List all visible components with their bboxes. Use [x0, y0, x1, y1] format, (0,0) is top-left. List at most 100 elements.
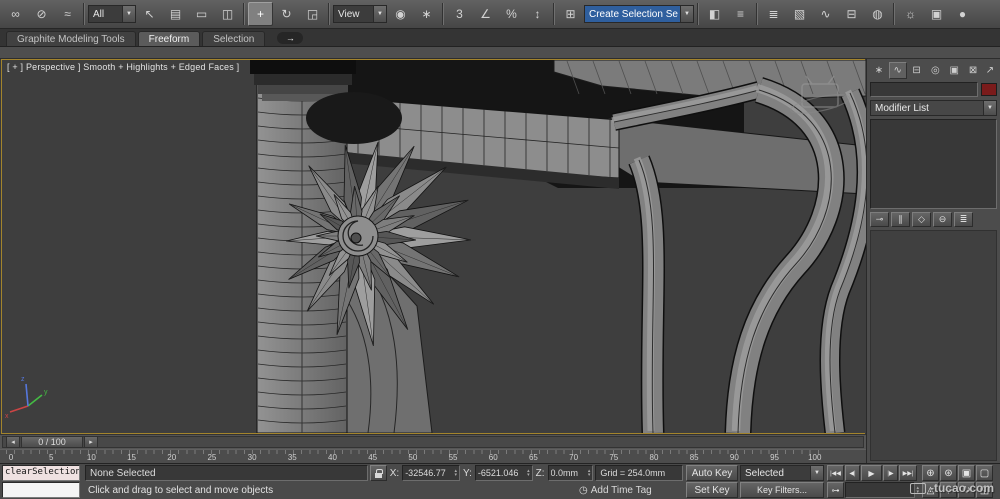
- chevron-down-icon[interactable]: ▼: [983, 101, 996, 115]
- tab-graphite-modeling-tools[interactable]: Graphite Modeling Tools: [6, 31, 136, 46]
- object-name-field[interactable]: [870, 82, 978, 97]
- ribbon-expand-button[interactable]: →: [277, 32, 303, 44]
- tick-label: 75: [605, 453, 623, 462]
- spinner-snap-icon[interactable]: ↕: [525, 2, 550, 26]
- chevron-down-icon[interactable]: ▼: [810, 466, 823, 480]
- named-selection-set-combo[interactable]: Create Selection Se ▼: [584, 5, 694, 23]
- zoom-region-icon[interactable]: ▢: [976, 465, 993, 481]
- show-end-result-icon[interactable]: ∥: [891, 212, 910, 227]
- zoom-extents-icon[interactable]: ▣: [958, 465, 975, 481]
- chevron-down-icon[interactable]: ▼: [122, 6, 135, 22]
- select-by-name-icon[interactable]: ▤: [163, 2, 188, 26]
- modify-tab-icon[interactable]: ∿: [889, 62, 907, 79]
- graphite-ribbon-toggle-icon[interactable]: ▧: [787, 2, 812, 26]
- edit-named-selection-sets-icon[interactable]: ⊞: [558, 2, 583, 26]
- auto-key-button[interactable]: Auto Key: [686, 465, 738, 481]
- angle-snap-icon[interactable]: ∠: [473, 2, 498, 26]
- make-unique-icon[interactable]: ◇: [912, 212, 931, 227]
- viewport-label[interactable]: [ + ] Perspective ] Smooth + Highlights …: [7, 62, 239, 72]
- align-icon[interactable]: ≡: [728, 2, 753, 26]
- zoom-icon[interactable]: ⊕: [922, 465, 939, 481]
- bind-to-space-warp-icon[interactable]: ≈: [55, 2, 80, 26]
- select-and-manipulate-icon[interactable]: ∗: [414, 2, 439, 26]
- time-slider-track[interactable]: [2, 436, 864, 448]
- chevron-down-icon[interactable]: ▼: [373, 6, 386, 22]
- x-coord-field[interactable]: -32546.77 ▴▾: [402, 465, 460, 481]
- model-leg-molding: [254, 74, 352, 85]
- set-key-button[interactable]: Set Key: [686, 482, 738, 498]
- select-object-icon[interactable]: ↖: [137, 2, 162, 26]
- next-frame-button[interactable]: |▶: [883, 465, 898, 481]
- play-button[interactable]: ▶: [861, 465, 882, 481]
- object-color-swatch[interactable]: [981, 83, 997, 96]
- z-coord-field[interactable]: 0.0mm ▴▾: [548, 465, 594, 481]
- key-filters-button[interactable]: Key Filters...: [740, 482, 824, 498]
- selection-filter-dropdown[interactable]: All ▼: [88, 5, 136, 23]
- macro-recorder-field[interactable]: clearSelection: [2, 465, 80, 481]
- render-production-icon[interactable]: ●: [950, 2, 975, 26]
- panel-expand-icon[interactable]: ↗: [983, 62, 997, 79]
- hierarchy-tab-icon[interactable]: ⊟: [908, 62, 926, 79]
- rendered-frame-window-icon[interactable]: ▣: [924, 2, 949, 26]
- track-bar[interactable]: 0 5 10 15 20 25 30 35 40 45 50 55 60 65 …: [0, 449, 866, 463]
- window-crossing-icon[interactable]: ◫: [215, 2, 240, 26]
- zoom-all-icon[interactable]: ⊛: [940, 465, 957, 481]
- perspective-viewport[interactable]: [ + ] Perspective ] Smooth + Highlights …: [1, 59, 865, 434]
- selection-lock-toggle[interactable]: [370, 465, 387, 481]
- time-step-back-button[interactable]: ◂: [6, 436, 20, 448]
- tick-label: 50: [404, 453, 422, 462]
- tab-freeform[interactable]: Freeform: [138, 31, 201, 46]
- use-pivot-point-icon[interactable]: ◉: [388, 2, 413, 26]
- rollout-area[interactable]: [870, 230, 997, 461]
- selection-filter-value: All: [89, 6, 122, 22]
- maxscript-mini-listener[interactable]: [2, 482, 80, 498]
- main-toolbar: ∞ ⊘ ≈ All ▼ ↖ ▤ ▭ ◫ + ↻ ◲ View ▼ ◉ ∗ 3 ∠…: [0, 0, 1000, 29]
- utilities-tab-icon[interactable]: ⊠: [964, 62, 982, 79]
- reference-coordinate-dropdown[interactable]: View ▼: [333, 5, 387, 23]
- configure-modifier-sets-icon[interactable]: ≣: [954, 212, 973, 227]
- modifier-list-dropdown[interactable]: Modifier List ▼: [870, 100, 997, 116]
- z-coord-label: Z:: [535, 468, 546, 479]
- tab-selection[interactable]: Selection: [202, 31, 265, 46]
- chevron-down-icon[interactable]: ▼: [680, 6, 693, 22]
- schematic-view-icon[interactable]: ⊟: [839, 2, 864, 26]
- spinner-icon[interactable]: ▴▾: [588, 469, 591, 477]
- modifier-stack-list[interactable]: [870, 119, 997, 209]
- current-frame-field[interactable]: [845, 482, 915, 498]
- mirror-icon[interactable]: ◧: [702, 2, 727, 26]
- create-tab-icon[interactable]: ∗: [870, 62, 888, 79]
- viewport-canvas[interactable]: x y z: [2, 60, 866, 433]
- rectangular-selection-region-icon[interactable]: ▭: [189, 2, 214, 26]
- render-setup-icon[interactable]: ☼: [898, 2, 923, 26]
- curve-editor-icon[interactable]: ∿: [813, 2, 838, 26]
- snaps-toggle-icon[interactable]: 3: [447, 2, 472, 26]
- add-time-tag[interactable]: ◷ Add Time Tag: [579, 485, 683, 496]
- unlink-selection-icon[interactable]: ⊘: [29, 2, 54, 26]
- go-to-start-button[interactable]: |◀◀: [827, 465, 844, 481]
- model-leg-capital[interactable]: [250, 60, 356, 74]
- go-to-end-button[interactable]: ▶▶|: [899, 465, 917, 481]
- select-and-move-icon[interactable]: +: [248, 2, 273, 26]
- key-mode-dropdown[interactable]: Selected ▼: [740, 465, 824, 481]
- remove-modifier-icon[interactable]: ⊖: [933, 212, 952, 227]
- motion-tab-icon[interactable]: ◎: [926, 62, 944, 79]
- pin-stack-icon[interactable]: ⊸: [870, 212, 889, 227]
- select-and-rotate-icon[interactable]: ↻: [274, 2, 299, 26]
- layer-manager-icon[interactable]: ≣: [761, 2, 786, 26]
- time-slider[interactable]: ◂ 0 / 100 ▸: [0, 434, 866, 449]
- axis-y-label: y: [44, 389, 48, 396]
- spinner-icon[interactable]: ▴▾: [527, 469, 530, 477]
- key-mode-toggle-button[interactable]: ⊶: [827, 482, 844, 498]
- select-and-link-icon[interactable]: ∞: [3, 2, 28, 26]
- time-step-forward-button[interactable]: ▸: [84, 436, 98, 448]
- tick-label: 80: [645, 453, 663, 462]
- previous-frame-button[interactable]: ◀|: [845, 465, 860, 481]
- percent-snap-icon[interactable]: %: [499, 2, 524, 26]
- y-coord-field[interactable]: -6521.046 ▴▾: [475, 465, 533, 481]
- axis-z-label: z: [21, 376, 25, 383]
- material-editor-icon[interactable]: ◍: [865, 2, 890, 26]
- select-and-scale-icon[interactable]: ◲: [300, 2, 325, 26]
- display-tab-icon[interactable]: ▣: [945, 62, 963, 79]
- time-slider-handle[interactable]: 0 / 100: [21, 436, 83, 448]
- spinner-icon[interactable]: ▴▾: [454, 469, 457, 477]
